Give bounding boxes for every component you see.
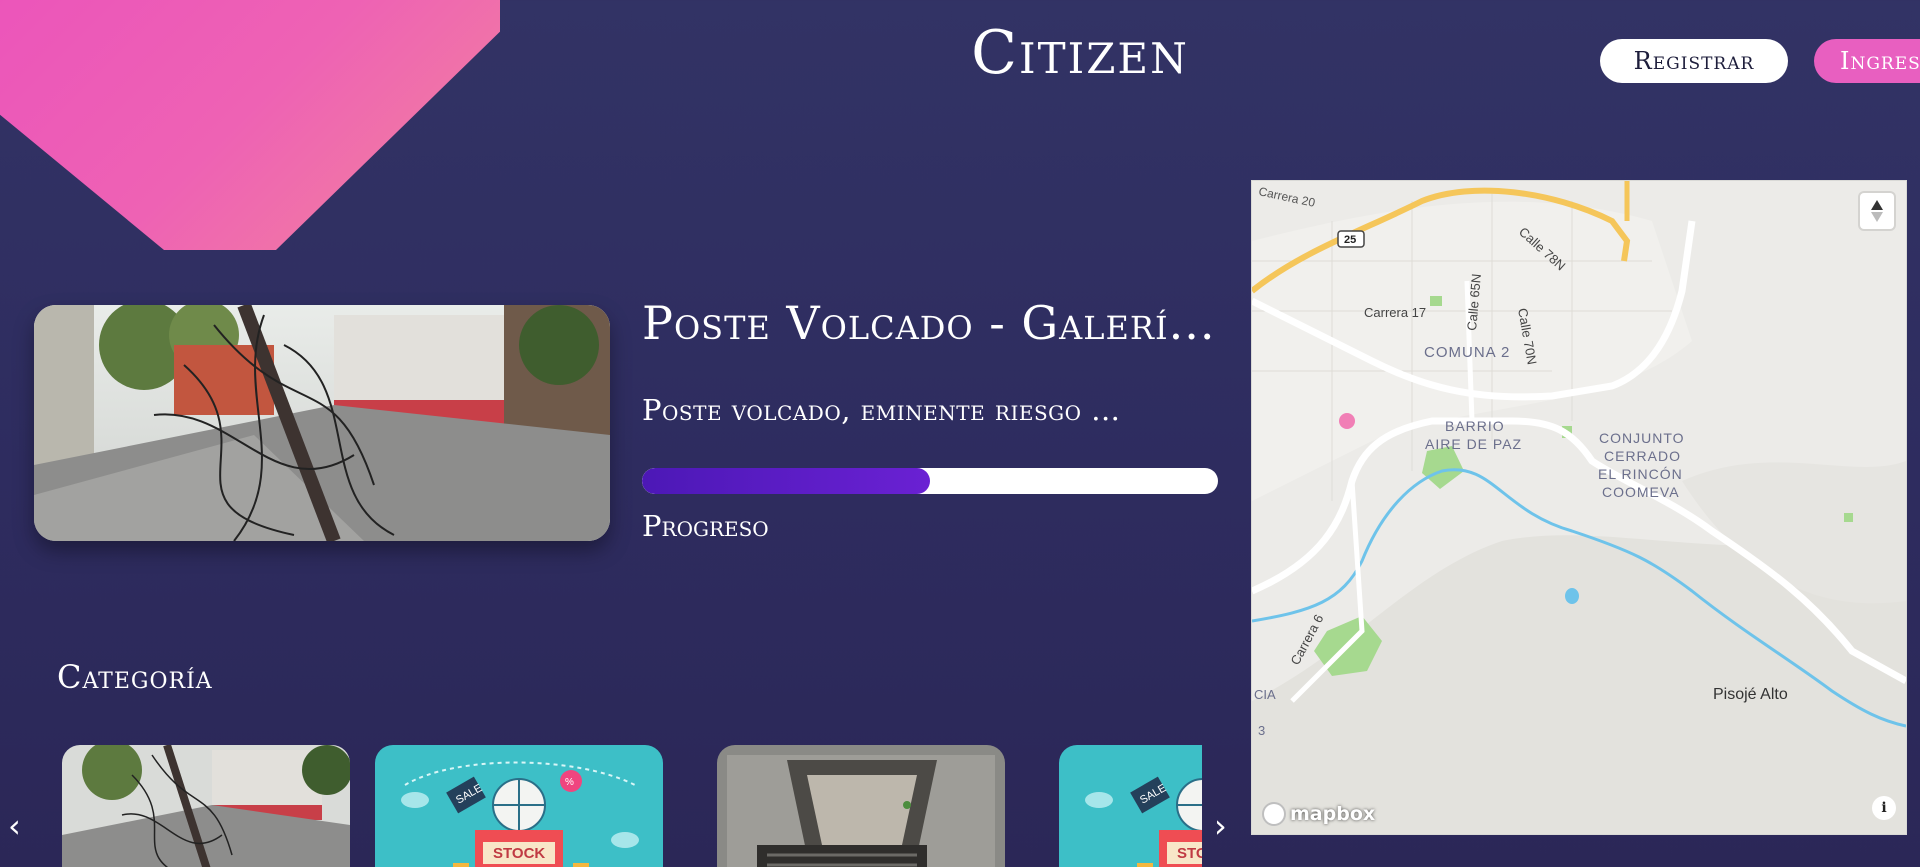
mapbox-attribution: mapbox: [1290, 803, 1376, 825]
login-button[interactable]: Ingresar: [1814, 39, 1920, 83]
area-label: COOMEVA: [1602, 484, 1680, 500]
area-label: EL RINCÓN: [1598, 466, 1683, 482]
street-label: Carrera 17: [1364, 305, 1426, 320]
category-card[interactable]: SALE STOCK: [1059, 745, 1202, 867]
area-label: CONJUNTO: [1599, 430, 1685, 446]
area-label: COMUNA 2: [1424, 344, 1510, 361]
chevron-left-icon[interactable]: ‹: [8, 807, 21, 845]
category-title: Categoría: [57, 658, 213, 696]
report-title[interactable]: Poste Volcado - Galerí...: [642, 296, 1215, 350]
map-canvas[interactable]: Carrera 20 25 Calle 78N Calle 65N Carrer…: [1252, 181, 1906, 834]
report-marker[interactable]: [1339, 413, 1355, 429]
storm-drain-photo: [717, 745, 1005, 867]
place-label: Pisojé Alto: [1713, 686, 1788, 703]
route-shield: 25: [1344, 234, 1356, 246]
pond: [1565, 588, 1579, 604]
area-label: BARRIO: [1445, 418, 1505, 434]
area-label: CIA: [1254, 687, 1276, 702]
park-area: [1844, 513, 1853, 522]
stock-sale-illustration: SALE STOCK: [1059, 745, 1202, 867]
stock-label: STOCK: [493, 845, 545, 862]
category-card[interactable]: [62, 745, 350, 867]
fallen-pole-photo: [34, 305, 610, 541]
chevron-right-icon[interactable]: ›: [1214, 807, 1227, 845]
category-carousel: ‹ SALE % STOCK SALE STO ›: [0, 745, 1240, 867]
report-description: Poste volcado, eminente riesgo ...: [642, 393, 1121, 427]
mapbox-icon: [1262, 802, 1286, 826]
progress-label: Progreso: [642, 509, 769, 543]
progress-bar: [642, 468, 1218, 494]
stock-label: STOCK: [1177, 845, 1202, 862]
mapbox-logo[interactable]: mapbox: [1262, 802, 1375, 826]
map[interactable]: Carrera 20 25 Calle 78N Calle 65N Carrer…: [1251, 180, 1907, 835]
progress-fill: [642, 468, 930, 494]
compass-icon[interactable]: [1860, 193, 1894, 229]
category-card[interactable]: [717, 745, 1005, 867]
percent-tag-label: %: [565, 777, 574, 788]
park-area: [1430, 296, 1442, 306]
register-button[interactable]: Registrar: [1600, 39, 1788, 83]
area-label: 3: [1258, 723, 1265, 738]
stock-sale-illustration: SALE % STOCK: [375, 745, 663, 867]
area-label: CERRADO: [1604, 448, 1681, 464]
info-icon[interactable]: i: [1872, 796, 1896, 820]
carousel-viewport: SALE % STOCK SALE STO: [62, 745, 1202, 867]
area-label: AIRE DE PAZ: [1425, 436, 1522, 452]
category-card[interactable]: SALE % STOCK: [375, 745, 663, 867]
fallen-pole-photo: [62, 745, 350, 867]
report-photo[interactable]: [34, 305, 610, 541]
